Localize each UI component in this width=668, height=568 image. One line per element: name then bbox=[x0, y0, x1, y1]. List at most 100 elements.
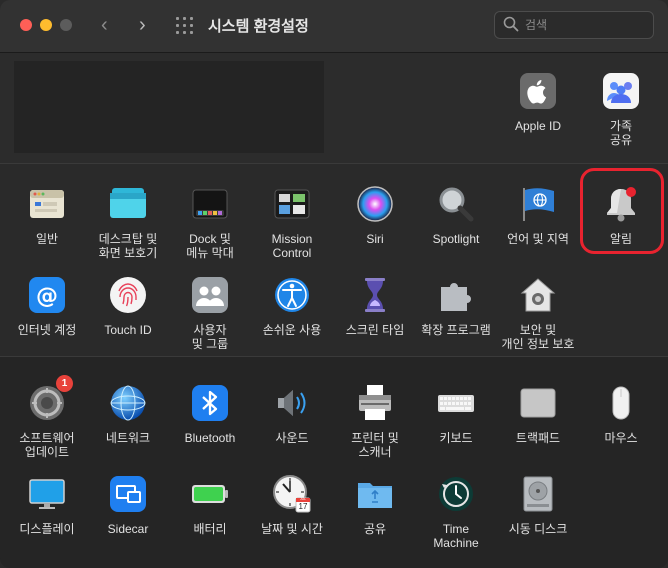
pane-network[interactable]: 네트워크 bbox=[87, 383, 169, 445]
pane-extensions[interactable]: 확장 프로그램 bbox=[415, 275, 497, 337]
pane-displays[interactable]: 디스플레이 bbox=[6, 474, 88, 536]
pane-mission-control[interactable]: Mission Control bbox=[251, 184, 333, 260]
svg-text:@: @ bbox=[36, 284, 58, 309]
pane-label: 확장 프로그램 bbox=[421, 323, 491, 337]
pane-label: 마우스 bbox=[604, 431, 638, 445]
battery-icon bbox=[190, 474, 230, 514]
spotlight-icon bbox=[436, 184, 476, 224]
bluetooth-icon bbox=[190, 383, 230, 423]
pane-touch-id[interactable]: Touch ID bbox=[87, 275, 169, 337]
title-bar: ‹ › 시스템 환경설정 bbox=[0, 0, 668, 53]
show-all-grid-icon[interactable] bbox=[176, 17, 193, 34]
pane-battery[interactable]: 배터리 bbox=[169, 474, 251, 536]
desktop-screensaver-icon bbox=[108, 184, 148, 224]
pane-label: 배터리 bbox=[193, 522, 227, 536]
pane-label: 일반 bbox=[35, 232, 59, 246]
close-button[interactable] bbox=[20, 19, 32, 31]
dock-icon bbox=[190, 184, 230, 224]
pane-label: 네트워크 bbox=[105, 431, 151, 445]
sound-icon bbox=[272, 383, 312, 423]
pane-sharing[interactable]: 공유 bbox=[334, 474, 416, 536]
pane-security-privacy[interactable]: 보안 및 개인 정보 보호 bbox=[497, 275, 579, 351]
pane-date-time[interactable]: JUL 17 날짜 및 시간 bbox=[251, 474, 333, 536]
screen-time-icon bbox=[355, 275, 395, 315]
system-preferences-window: ‹ › 시스템 환경설정 Apple ID bbox=[0, 0, 668, 568]
update-count-badge: 1 bbox=[56, 375, 73, 392]
pane-label: 사운드 bbox=[275, 431, 309, 445]
pane-keyboard[interactable]: 키보드 bbox=[415, 383, 497, 445]
pane-desktop-screensaver[interactable]: 데스크탑 및 화면 보호기 bbox=[87, 184, 169, 260]
calendar-day: 17 bbox=[298, 502, 308, 511]
keyboard-icon bbox=[436, 383, 476, 423]
pane-printers-scanners[interactable]: 프린터 및 스캐너 bbox=[334, 383, 416, 459]
pane-mouse[interactable]: 마우스 bbox=[580, 383, 662, 445]
pane-accessibility[interactable]: 손쉬운 사용 bbox=[251, 275, 333, 337]
printer-scanner-icon bbox=[355, 383, 395, 423]
pane-spotlight[interactable]: Spotlight bbox=[415, 184, 497, 246]
siri-icon bbox=[355, 184, 395, 224]
pane-label: Sidecar bbox=[107, 522, 149, 536]
pane-label: 인터넷 계정 bbox=[17, 323, 77, 337]
search-input[interactable] bbox=[525, 15, 645, 35]
date-time-icon: JUL 17 bbox=[272, 474, 312, 514]
security-privacy-icon bbox=[518, 275, 558, 315]
extensions-icon bbox=[436, 275, 476, 315]
window-title: 시스템 환경설정 bbox=[208, 18, 309, 35]
search-icon bbox=[503, 16, 519, 32]
forward-button[interactable]: › bbox=[139, 14, 146, 37]
user-account-area[interactable] bbox=[14, 61, 324, 153]
pane-family-sharing[interactable]: 가족 공유 bbox=[580, 71, 662, 147]
pane-label: 키보드 bbox=[439, 431, 473, 445]
language-region-icon bbox=[518, 184, 558, 224]
pane-users-groups[interactable]: 사용자 및 그룹 bbox=[169, 275, 251, 351]
pane-label: 프린터 및 스캐너 bbox=[351, 431, 399, 459]
pane-label: 언어 및 지역 bbox=[507, 232, 569, 246]
pane-label: Spotlight bbox=[432, 232, 480, 246]
pane-siri[interactable]: Siri bbox=[334, 184, 416, 246]
pane-label: 날짜 및 시간 bbox=[261, 522, 323, 536]
trackpad-icon bbox=[518, 383, 558, 423]
pane-label: 스크린 타임 bbox=[345, 323, 405, 337]
pane-label: 트랙패드 bbox=[515, 431, 561, 445]
mission-control-icon bbox=[272, 184, 312, 224]
minimize-button[interactable] bbox=[40, 19, 52, 31]
back-button[interactable]: ‹ bbox=[101, 14, 108, 37]
pane-time-machine[interactable]: Time Machine bbox=[415, 474, 497, 550]
pane-language-region[interactable]: 언어 및 지역 bbox=[497, 184, 579, 246]
search-field[interactable] bbox=[494, 11, 654, 39]
zoom-button[interactable] bbox=[60, 19, 72, 31]
time-machine-icon bbox=[436, 474, 476, 514]
pane-label: 공유 bbox=[363, 522, 387, 536]
pane-label: Apple ID bbox=[514, 119, 562, 133]
pane-dock-menubar[interactable]: Dock 및 메뉴 막대 bbox=[169, 184, 251, 260]
pane-sidecar[interactable]: Sidecar bbox=[87, 474, 169, 536]
pane-screen-time[interactable]: 스크린 타임 bbox=[334, 275, 416, 337]
pane-bluetooth[interactable]: Bluetooth bbox=[169, 383, 251, 445]
pane-label: 디스플레이 bbox=[19, 522, 75, 536]
pane-label: 보안 및 개인 정보 보호 bbox=[501, 323, 575, 351]
pane-trackpad[interactable]: 트랙패드 bbox=[497, 383, 579, 445]
pane-apple-id[interactable]: Apple ID bbox=[497, 71, 579, 133]
pane-label: Bluetooth bbox=[184, 431, 236, 445]
startup-disk-icon bbox=[518, 474, 558, 514]
pane-label: Dock 및 메뉴 막대 bbox=[186, 232, 234, 260]
pane-general[interactable]: 일반 bbox=[6, 184, 88, 246]
pane-label: Siri bbox=[366, 232, 384, 246]
pane-label: Mission Control bbox=[271, 232, 313, 260]
pane-sound[interactable]: 사운드 bbox=[251, 383, 333, 445]
pane-label: Touch ID bbox=[104, 323, 152, 337]
pane-label: 소프트웨어 업데이트 bbox=[19, 431, 75, 459]
software-update-icon: 1 bbox=[27, 375, 73, 423]
calendar-month: JUL bbox=[299, 497, 307, 501]
family-sharing-icon bbox=[601, 71, 641, 111]
touch-id-icon bbox=[108, 275, 148, 315]
apple-id-icon bbox=[518, 71, 558, 111]
mouse-icon bbox=[601, 383, 641, 423]
users-groups-icon bbox=[190, 275, 230, 315]
pane-software-update[interactable]: 1 소프트웨어 업데이트 bbox=[6, 375, 88, 459]
pane-label: Time Machine bbox=[433, 522, 479, 550]
pane-startup-disk[interactable]: 시동 디스크 bbox=[497, 474, 579, 536]
general-icon bbox=[27, 184, 67, 224]
pane-internet-accounts[interactable]: @ 인터넷 계정 bbox=[6, 275, 88, 337]
sidecar-icon bbox=[108, 474, 148, 514]
